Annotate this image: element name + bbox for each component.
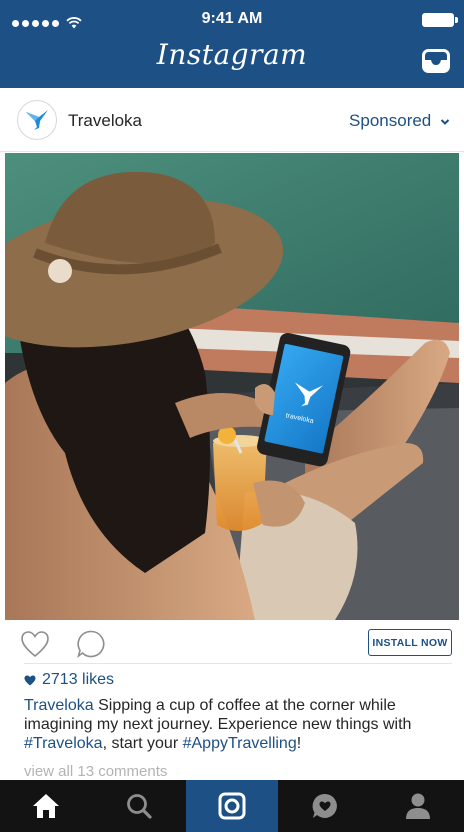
post-header: Traveloka Sponsored — [0, 88, 464, 152]
post-caption: Traveloka Sipping a cup of coffee at the… — [24, 696, 454, 753]
tab-search[interactable] — [93, 780, 186, 832]
view-all-comments-link[interactable]: view all 13 comments — [24, 763, 167, 780]
traveloka-logo-icon — [26, 110, 48, 130]
activity-bubble-icon — [312, 793, 337, 818]
post-photo[interactable]: traveloka — [5, 153, 459, 620]
photo-illustration: traveloka — [5, 153, 459, 620]
app-title: Instagram — [156, 38, 308, 71]
battery-icon — [422, 13, 458, 27]
top-bar: 9:41 AM Instagram — [0, 0, 464, 88]
likes-count[interactable]: 2713 likes — [24, 671, 114, 689]
caption-author[interactable]: Traveloka — [24, 697, 94, 714]
tab-activity[interactable] — [278, 780, 371, 832]
likes-text: 2713 likes — [42, 671, 115, 688]
caption-text: ! — [296, 735, 302, 752]
chevron-down-icon — [440, 118, 450, 125]
sponsored-button[interactable]: Sponsored — [349, 111, 450, 131]
comment-bubble-icon[interactable] — [76, 629, 106, 659]
heart-filled-icon — [24, 675, 36, 685]
tab-home[interactable] — [0, 780, 93, 832]
post-actions: INSTALL NOW — [0, 620, 464, 668]
profile-icon — [405, 793, 430, 819]
tab-profile[interactable] — [371, 780, 464, 832]
tab-camera[interactable] — [185, 780, 279, 832]
hashtag-traveloka[interactable]: #Traveloka — [24, 735, 103, 752]
camera-icon — [218, 792, 246, 820]
divider — [24, 663, 452, 664]
caption-text: , start your — [102, 735, 183, 752]
bottom-tab-bar — [0, 780, 464, 832]
account-name[interactable]: Traveloka — [68, 111, 142, 131]
avatar[interactable] — [17, 100, 57, 140]
heart-outline-icon[interactable] — [20, 630, 50, 658]
sponsored-label: Sponsored — [349, 111, 432, 130]
search-icon — [127, 794, 152, 819]
hashtag-appytravelling[interactable]: #AppyTravelling — [183, 735, 297, 752]
home-icon — [33, 794, 60, 818]
inbox-tray-icon[interactable] — [422, 49, 450, 73]
status-time: 9:41 AM — [201, 10, 263, 27]
status-bar: 9:41 AM — [0, 0, 464, 40]
install-now-button[interactable]: INSTALL NOW — [368, 629, 452, 656]
